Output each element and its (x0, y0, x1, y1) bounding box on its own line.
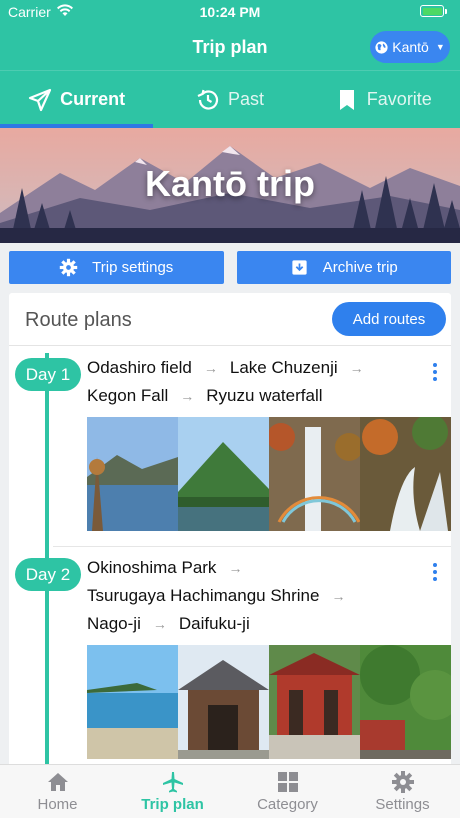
tab-past[interactable]: Past (153, 70, 307, 128)
place-photo[interactable] (269, 645, 360, 759)
tab-label: Trip plan (141, 796, 204, 813)
tab-label: Settings (375, 796, 430, 813)
bottom-tab-bar: Home Trip plan Category Settings (0, 764, 460, 818)
place-list: Okinoshima Park → Tsurugaya Hachimangu Sh… (87, 554, 417, 638)
tab-settings[interactable]: Settings (345, 765, 460, 818)
photo-strip (87, 645, 451, 759)
more-options-icon[interactable] (431, 363, 439, 381)
home-icon (47, 773, 68, 791)
place-name[interactable]: Okinoshima Park (87, 558, 216, 577)
place-photo[interactable] (360, 645, 451, 759)
place-list: Odashiro field → Lake Chuzenji → Kegon Fall… (87, 354, 417, 410)
tab-label: Favorite (366, 89, 432, 109)
place-photo[interactable] (87, 417, 178, 531)
region-label: Kantō (392, 39, 429, 55)
arrow-right-icon: → (331, 588, 346, 604)
place-name[interactable]: Daifuku-ji (179, 614, 250, 633)
arrow-right-icon: → (152, 616, 167, 632)
trip-tabs: Current Past Favorite (0, 70, 460, 128)
arrow-right-icon: → (203, 360, 218, 376)
trip-actions: Trip settings Archive trip (9, 251, 451, 284)
route-plans-title: Route plans (25, 309, 132, 331)
divider (53, 546, 451, 547)
battery-icon (420, 5, 447, 17)
place-name[interactable]: Nago-ji (87, 614, 141, 633)
caret-down-icon: ▼ (435, 42, 445, 52)
trip-banner: Kantō trip (0, 128, 460, 243)
bookmark-icon (339, 89, 354, 110)
tab-favorite[interactable]: Favorite (306, 70, 460, 128)
archive-icon (292, 260, 307, 275)
tab-label: Current (60, 89, 126, 109)
region-selector[interactable]: Kantō ▼ (370, 31, 450, 63)
status-bar: Carrier 10:24 PM (0, 0, 460, 24)
archive-trip-button[interactable]: Archive trip (236, 251, 451, 284)
trip-title: Kantō trip (145, 163, 315, 204)
tab-trip-plan[interactable]: Trip plan (115, 765, 230, 818)
tab-label: Past (227, 89, 264, 109)
add-routes-button[interactable]: Add routes (332, 302, 446, 336)
arrow-right-icon: → (180, 388, 195, 404)
day-badge: Day 2 (15, 558, 81, 591)
grid-icon (277, 772, 298, 792)
tab-label: Home (37, 796, 78, 813)
history-icon (197, 89, 219, 110)
place-photo[interactable] (178, 417, 269, 531)
place-photo[interactable] (269, 417, 360, 531)
arrow-right-icon: → (349, 360, 364, 376)
tab-label: Category (257, 796, 318, 813)
trip-settings-button[interactable]: Trip settings (9, 251, 224, 284)
place-photo[interactable] (360, 417, 451, 531)
route-plans-header: Route plans Add routes (9, 293, 451, 346)
trip-settings-label: Trip settings (92, 259, 174, 276)
photo-strip (87, 417, 451, 531)
place-photo[interactable] (178, 645, 269, 759)
day-badge: Day 1 (15, 358, 81, 391)
clock: 10:24 PM (199, 4, 261, 20)
place-name[interactable]: Lake Chuzenji (230, 358, 338, 377)
arrow-right-icon: → (228, 560, 243, 576)
tab-category[interactable]: Category (230, 765, 345, 818)
route-plans-card: Route plans Add routes Day 1 Odashiro fi… (9, 293, 451, 773)
gear-icon (391, 771, 414, 793)
tab-current[interactable]: Current (0, 70, 154, 128)
nav-bar: Trip plan Kantō ▼ (0, 24, 460, 70)
airplane-icon (162, 772, 183, 793)
more-options-icon[interactable] (431, 563, 439, 581)
place-name[interactable]: Tsurugaya Hachimangu Shrine (87, 586, 319, 605)
place-name[interactable]: Kegon Fall (87, 386, 168, 405)
tab-home[interactable]: Home (0, 765, 115, 818)
place-name[interactable]: Ryuzu waterfall (206, 386, 322, 405)
place-name[interactable]: Odashiro field (87, 358, 192, 377)
place-photo[interactable] (87, 645, 178, 759)
archive-trip-label: Archive trip (322, 259, 398, 276)
gear-icon (59, 258, 78, 277)
globe-icon (375, 40, 388, 54)
send-icon (29, 88, 52, 111)
